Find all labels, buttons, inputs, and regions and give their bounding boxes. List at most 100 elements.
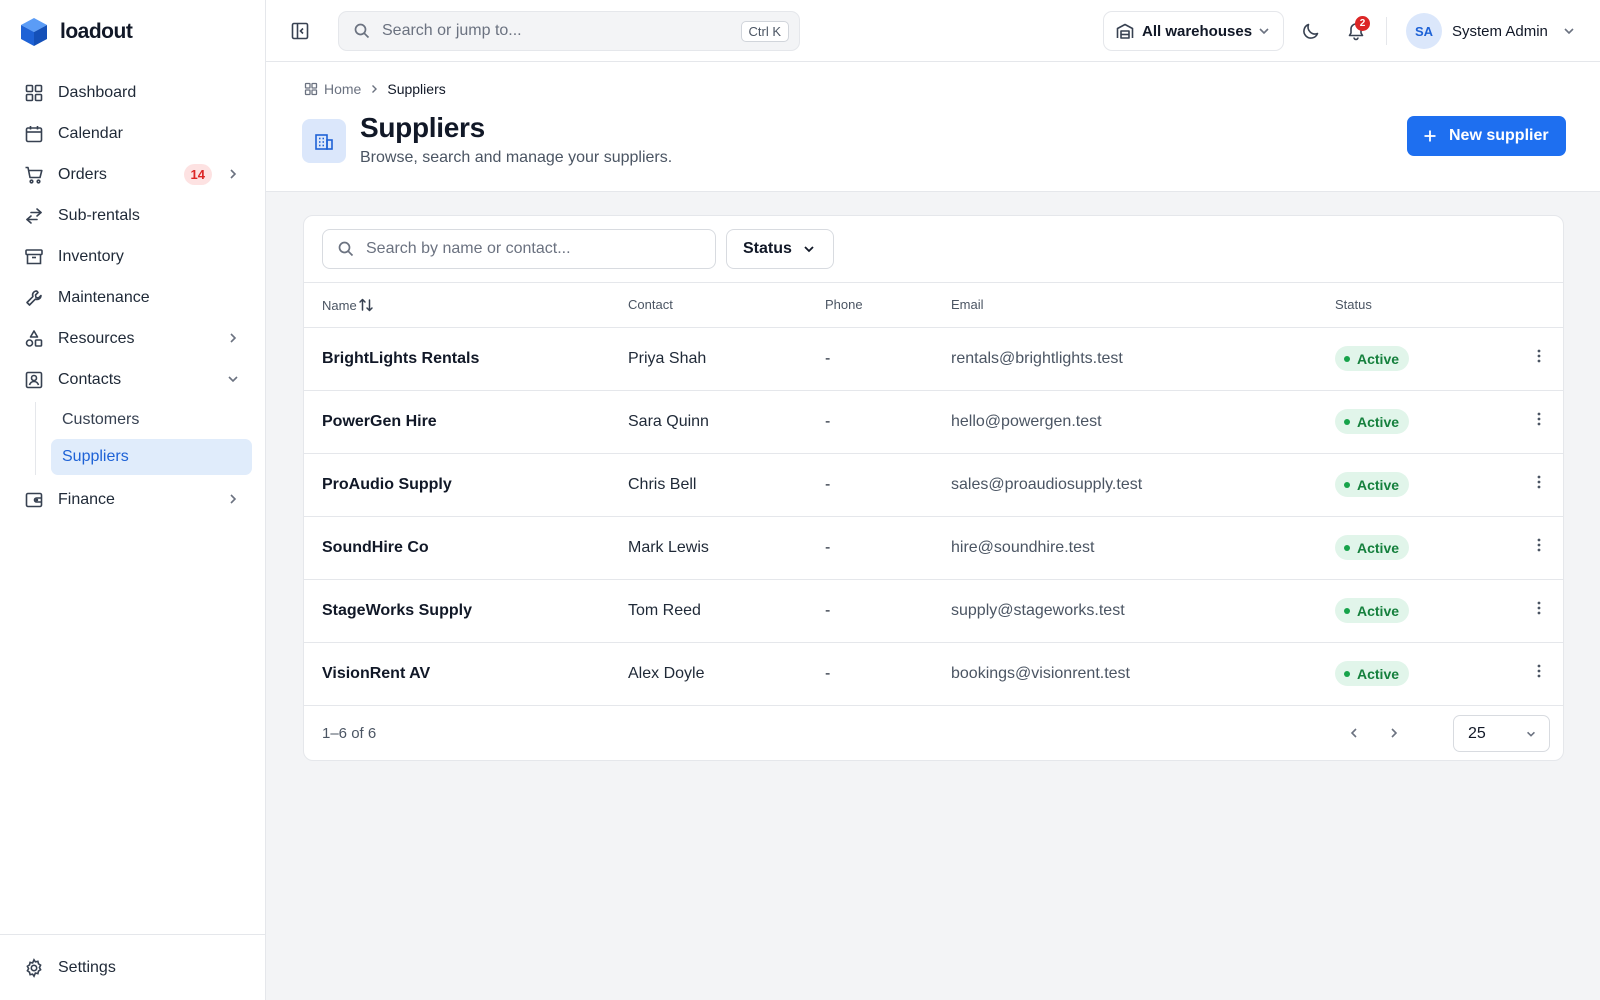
phone-cell: - — [825, 642, 951, 706]
sidebar-item-finance[interactable]: Finance — [16, 479, 252, 520]
supplier-search[interactable] — [322, 229, 716, 269]
sidebar-nav: Dashboard Calendar Orders 14 Sub-rentals… — [16, 72, 252, 520]
status-filter-label: Status — [743, 240, 792, 257]
sort-icon[interactable] — [358, 297, 374, 313]
new-supplier-button[interactable]: New supplier — [1407, 116, 1566, 156]
sidebar-item-label: Dashboard — [58, 83, 137, 101]
sidebar-item-label: Calendar — [58, 124, 123, 142]
warehouse-select[interactable]: All warehouses — [1103, 11, 1284, 51]
table-row[interactable]: PowerGen Hire Sara Quinn - hello@powergen.t… — [304, 390, 1563, 454]
sidebar-item-label: Finance — [58, 490, 115, 508]
global-search[interactable]: Ctrl K — [338, 11, 800, 51]
more-vertical-icon[interactable] — [1531, 600, 1547, 616]
supplier-search-input[interactable] — [366, 240, 701, 258]
rows-per-page-select[interactable]: 25 — [1453, 715, 1550, 752]
user-menu[interactable]: SA System Admin — [1406, 13, 1576, 49]
status-dot — [1344, 481, 1350, 488]
chevron-left-icon[interactable] — [1347, 726, 1361, 740]
suppliers-table: Name Contact Phone Email Status BrightLi… — [304, 283, 1563, 706]
more-vertical-icon[interactable] — [1531, 474, 1547, 490]
rows-per-page-value: 25 — [1468, 724, 1486, 742]
sidebar-toggle-icon[interactable] — [290, 21, 310, 41]
more-vertical-icon[interactable] — [1531, 411, 1547, 427]
chevron-down-icon — [1564, 28, 1574, 35]
sidebar-subitem-customers[interactable]: Customers — [51, 402, 252, 438]
supplier-name-cell[interactable]: StageWorks Supply — [304, 579, 628, 643]
sidebar-item-dashboard[interactable]: Dashboard — [16, 72, 252, 113]
sidebar-item-resources[interactable]: Resources — [16, 318, 252, 359]
phone-cell: - — [825, 453, 951, 517]
table-footer: 1–6 of 6 25 — [304, 707, 1563, 760]
chevron-right-icon[interactable] — [226, 331, 240, 345]
chevron-down-icon[interactable] — [226, 372, 240, 386]
supplier-name-cell[interactable]: PowerGen Hire — [304, 390, 628, 454]
supplier-name-cell[interactable]: ProAudio Supply — [304, 453, 628, 517]
moon-icon[interactable] — [1301, 21, 1321, 41]
sidebar-item-settings[interactable]: Settings — [16, 947, 252, 988]
supplier-name-cell[interactable]: BrightLights Rentals — [304, 327, 628, 391]
logo-cube-icon — [20, 17, 48, 47]
sidebar-subitem-suppliers[interactable]: Suppliers — [51, 439, 252, 475]
phone-cell: - — [825, 579, 951, 643]
phone-cell: - — [825, 327, 951, 391]
status-badge: Active — [1335, 535, 1410, 560]
chevron-right-icon[interactable] — [1387, 726, 1401, 740]
status-badge: Active — [1335, 598, 1410, 623]
actions-cell — [1531, 453, 1563, 517]
column-header-label: Name — [322, 297, 357, 313]
chevron-right-icon[interactable] — [226, 167, 240, 181]
search-shortcut-hint: Ctrl K — [740, 20, 789, 42]
more-vertical-icon[interactable] — [1531, 537, 1547, 553]
contact-cell: Mark Lewis — [628, 516, 825, 580]
column-header-contact: Contact — [628, 283, 825, 328]
page-header: Home Suppliers Suppliers Browse, search … — [266, 62, 1600, 192]
sidebar-item-label: Settings — [58, 958, 116, 976]
sidebar-item-orders[interactable]: Orders 14 — [16, 154, 252, 195]
sidebar-item-contacts[interactable]: Contacts — [16, 359, 252, 400]
chevron-right-icon[interactable] — [226, 492, 240, 506]
home-grid-icon — [304, 82, 318, 96]
table-body: BrightLights Rentals Priya Shah - rentals@b… — [304, 327, 1563, 706]
breadcrumb-home-link[interactable]: Home — [324, 81, 361, 97]
sidebar-item-label: Sub-rentals — [58, 206, 140, 224]
building-icon — [302, 119, 346, 163]
contact-cell: Alex Doyle — [628, 642, 825, 706]
plus-icon — [1424, 130, 1436, 142]
column-header-name[interactable]: Name — [304, 283, 628, 328]
table-row[interactable]: ProAudio Supply Chris Bell - sales@proaudio… — [304, 453, 1563, 517]
sidebar-item-label: Orders — [58, 165, 107, 183]
status-badge: Active — [1335, 661, 1410, 686]
table-row[interactable]: SoundHire Co Mark Lewis - hire@soundhire.te… — [304, 516, 1563, 580]
column-header-status: Status — [1335, 283, 1531, 328]
global-search-input[interactable] — [382, 22, 741, 40]
table-row[interactable]: VisionRent AV Alex Doyle - bookings@visionr… — [304, 642, 1563, 706]
status-badge: Active — [1335, 472, 1410, 497]
status-badge-label: Active — [1357, 602, 1400, 619]
sidebar-item-maintenance[interactable]: Maintenance — [16, 277, 252, 318]
more-vertical-icon[interactable] — [1531, 663, 1547, 679]
status-filter-button[interactable]: Status — [726, 229, 834, 269]
email-cell: bookings@visionrent.test — [951, 642, 1335, 706]
status-cell: Active — [1335, 453, 1531, 517]
calendar-icon — [25, 125, 43, 142]
chevron-down-icon — [1259, 28, 1269, 35]
actions-cell — [1531, 390, 1563, 454]
table-row[interactable]: BrightLights Rentals Priya Shah - rentals@b… — [304, 327, 1563, 391]
supplier-name-cell[interactable]: VisionRent AV — [304, 642, 628, 706]
breadcrumb-current: Suppliers — [387, 81, 446, 97]
status-badge-label: Active — [1357, 539, 1400, 556]
sidebar-item-inventory[interactable]: Inventory — [16, 236, 252, 277]
status-dot — [1344, 670, 1350, 677]
app-logo[interactable]: loadout — [20, 16, 133, 48]
sidebar-item-sub-rentals[interactable]: Sub-rentals — [16, 195, 252, 236]
supplier-name-cell[interactable]: SoundHire Co — [304, 516, 628, 580]
phone-cell: - — [825, 516, 951, 580]
sidebar-footer: Settings — [0, 934, 265, 1000]
sidebar-item-calendar[interactable]: Calendar — [16, 113, 252, 154]
status-badge: Active — [1335, 409, 1410, 434]
contact-cell: Priya Shah — [628, 327, 825, 391]
email-cell: hire@soundhire.test — [951, 516, 1335, 580]
table-row[interactable]: StageWorks Supply Tom Reed - supply@stagewo… — [304, 579, 1563, 643]
more-vertical-icon[interactable] — [1531, 348, 1547, 364]
sidebar-item-label: Inventory — [58, 247, 124, 265]
